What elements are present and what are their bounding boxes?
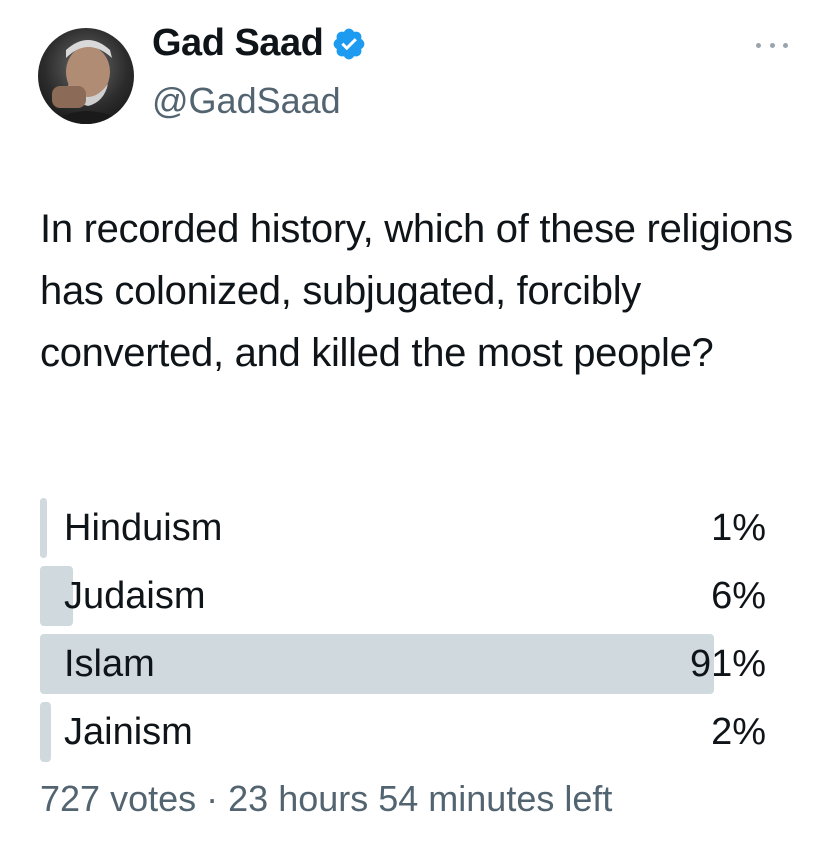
- poll-option-percent: 1%: [711, 506, 766, 549]
- more-dot: [769, 42, 775, 48]
- poll-option-label: Jainism: [64, 710, 193, 753]
- poll-vote-count: 727 votes: [40, 778, 197, 819]
- poll-option-percent: 2%: [711, 710, 766, 753]
- poll-option-label: Islam: [64, 642, 155, 685]
- poll-option-label: Hinduism: [64, 506, 223, 549]
- author-handle[interactable]: @GadSaad: [152, 80, 341, 122]
- poll-option-islam: Islam 91%: [40, 634, 766, 694]
- more-dot: [756, 42, 761, 48]
- author-name[interactable]: Gad Saad: [152, 22, 367, 65]
- poll-option-hinduism: Hinduism 1%: [40, 498, 766, 558]
- author-name-text[interactable]: Gad Saad: [152, 22, 324, 65]
- poll: Hinduism 1% Judaism 6% Islam 91% Jainism…: [40, 498, 766, 770]
- avatar-portrait-image: [48, 40, 128, 124]
- poll-option-percent: 6%: [711, 574, 766, 617]
- poll-time-left: 23 hours 54 minutes left: [228, 778, 613, 819]
- more-dot: [783, 42, 788, 48]
- poll-option-jainism: Jainism 2%: [40, 702, 766, 762]
- author-avatar[interactable]: [38, 28, 134, 124]
- verified-badge-icon: [333, 28, 365, 59]
- poll-option-judaism: Judaism 6%: [40, 566, 766, 626]
- poll-option-label: Judaism: [64, 574, 206, 617]
- poll-meta: 727 votes · 23 hours 54 minutes left: [40, 778, 612, 820]
- more-options-icon[interactable]: [756, 40, 788, 50]
- tweet-card: Gad Saad @GadSaad In recorded history, w…: [0, 0, 828, 851]
- tweet-text: In recorded history, which of these reli…: [40, 207, 793, 375]
- poll-meta-separator: ·: [206, 778, 219, 819]
- poll-option-percent: 91%: [689, 642, 766, 685]
